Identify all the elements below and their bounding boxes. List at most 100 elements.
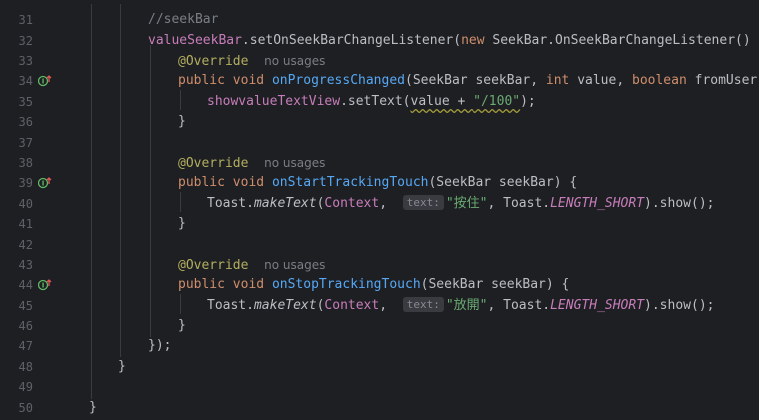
line-number: 35 xyxy=(18,95,33,109)
keyword: public xyxy=(178,73,225,88)
code-text: , Toast. xyxy=(487,298,551,313)
line-number: 50 xyxy=(18,401,33,415)
keyword: public xyxy=(178,175,225,190)
svg-text:I: I xyxy=(42,282,45,290)
string-literal: "/100" xyxy=(473,94,521,109)
line-number: 49 xyxy=(18,380,33,394)
code-text: }); xyxy=(148,338,172,353)
code-text: Toast. xyxy=(207,298,254,313)
code-line-35[interactable]: 35 showvalueTextView.setText(value + "/1… xyxy=(0,92,759,112)
string-literal: "放開" xyxy=(445,298,488,313)
code-text: } xyxy=(178,318,186,333)
code-line-38[interactable]: 38 @Override no usages xyxy=(0,153,759,173)
method-name: onStartTrackingTouch xyxy=(271,175,429,190)
method-name: onProgressChanged xyxy=(271,73,405,88)
line-number: 43 xyxy=(18,258,33,272)
code-line-39[interactable]: 39 I public void onStartTrackingTouch(Se… xyxy=(0,173,759,193)
usage-hint[interactable]: no usages xyxy=(264,156,325,170)
code-text: ); xyxy=(520,94,536,109)
code-text: ).show(); xyxy=(644,298,715,313)
code-text: (SeekBar seekBar, xyxy=(405,73,546,88)
code-text: , xyxy=(379,298,395,313)
line-number: 37 xyxy=(18,136,33,150)
code-line-47[interactable]: 47 }); xyxy=(0,336,759,356)
line-number: 34 xyxy=(18,74,33,88)
code-text: fromUser) { xyxy=(694,73,759,88)
string-literal: "按住" xyxy=(445,196,488,211)
parameter-hint: text: xyxy=(402,297,444,312)
line-number: 33 xyxy=(18,54,33,68)
line-number: 44 xyxy=(18,278,33,292)
constant: LENGTH_SHORT xyxy=(550,196,645,211)
code-text: ).show(); xyxy=(644,196,715,211)
line-number: 45 xyxy=(18,299,33,313)
parameter-hint: text: xyxy=(402,195,444,210)
line-number: 47 xyxy=(18,339,33,353)
method-call: makeText xyxy=(253,196,317,211)
usage-hint[interactable]: no usages xyxy=(264,54,325,68)
code-text: (SeekBar seekBar) { xyxy=(428,175,578,190)
keyword: boolean xyxy=(632,73,687,88)
field-name: Context xyxy=(324,298,380,313)
code-line-42[interactable]: 42 xyxy=(0,235,759,255)
code-line-46[interactable]: 46 } xyxy=(0,316,759,336)
usage-hint[interactable]: no usages xyxy=(264,258,325,272)
code-line-37[interactable]: 37 xyxy=(0,133,759,153)
code-text: .setOnSeekBarChangeListener( xyxy=(241,33,462,48)
code-text: Toast. xyxy=(207,196,254,211)
line-number: 46 xyxy=(18,319,33,333)
method-name: onStopTrackingTouch xyxy=(271,277,421,292)
svg-text:I: I xyxy=(42,78,45,86)
constant: LENGTH_SHORT xyxy=(550,298,645,313)
annotation: @Override xyxy=(178,258,249,273)
keyword: void xyxy=(232,73,265,88)
code-text: , xyxy=(379,196,395,211)
line-number: 48 xyxy=(18,360,33,374)
code-line-33[interactable]: 33 @Override no usages xyxy=(0,51,759,71)
method-call: makeText xyxy=(253,298,317,313)
code-line-44[interactable]: 44 I public void onStopTrackingTouch(See… xyxy=(0,275,759,295)
code-line-50[interactable]: 50 } xyxy=(0,398,759,418)
code-line-43[interactable]: 43 @Override no usages xyxy=(0,255,759,275)
line-number: 40 xyxy=(18,197,33,211)
code-line-41[interactable]: 41 } xyxy=(0,214,759,234)
keyword: new xyxy=(461,33,485,48)
keyword: void xyxy=(232,175,265,190)
override-gutter-icon[interactable]: I xyxy=(38,279,52,291)
code-line-48[interactable]: 48 } xyxy=(0,357,759,377)
code-line-31[interactable]: 31 //seekBar xyxy=(0,10,759,30)
keyword: void xyxy=(232,277,265,292)
annotation: @Override xyxy=(178,54,249,69)
warning-squiggle[interactable]: value + xyxy=(411,94,474,109)
code-line-40[interactable]: 40 Toast.makeText(Context, text: "按住", To… xyxy=(0,194,759,214)
svg-text:I: I xyxy=(42,180,45,188)
keyword: public xyxy=(178,277,225,292)
code-line-36[interactable]: 36 } xyxy=(0,112,759,132)
code-line-34[interactable]: 34 I public void onProgressChanged(SeekB… xyxy=(0,71,759,91)
override-gutter-icon[interactable]: I xyxy=(38,177,52,189)
code-text: SeekBar.OnSeekBarChangeListener() { xyxy=(484,33,759,48)
code-line-32[interactable]: 32 valueSeekBar.setOnSeekBarChangeListen… xyxy=(0,31,759,51)
line-number: 41 xyxy=(18,217,33,231)
code-line-49[interactable]: 49 xyxy=(0,377,759,397)
line-number: 31 xyxy=(18,13,33,27)
line-number: 38 xyxy=(18,156,33,170)
code-text: } xyxy=(178,216,186,231)
field-name: Context xyxy=(324,196,380,211)
code-line-45[interactable]: 45 Toast.makeText(Context, text: "放開", To… xyxy=(0,296,759,316)
code-text: (SeekBar seekBar) { xyxy=(420,277,570,292)
line-number: 32 xyxy=(18,34,33,48)
code-text: } xyxy=(178,114,186,129)
code-text: } xyxy=(118,359,126,374)
code-text: value, xyxy=(569,73,632,88)
code-text: , Toast. xyxy=(487,196,551,211)
line-number: 39 xyxy=(18,176,33,190)
line-number: 42 xyxy=(18,238,33,252)
override-gutter-icon[interactable]: I xyxy=(38,75,52,87)
code-text: .setText( xyxy=(340,94,411,109)
comment: //seekBar xyxy=(148,12,219,27)
annotation: @Override xyxy=(178,156,249,171)
code-editor[interactable]: 31 //seekBar 32 valueSeekBar.setOnSeekBa… xyxy=(0,0,759,420)
line-number: 36 xyxy=(18,115,33,129)
keyword: int xyxy=(545,73,570,88)
